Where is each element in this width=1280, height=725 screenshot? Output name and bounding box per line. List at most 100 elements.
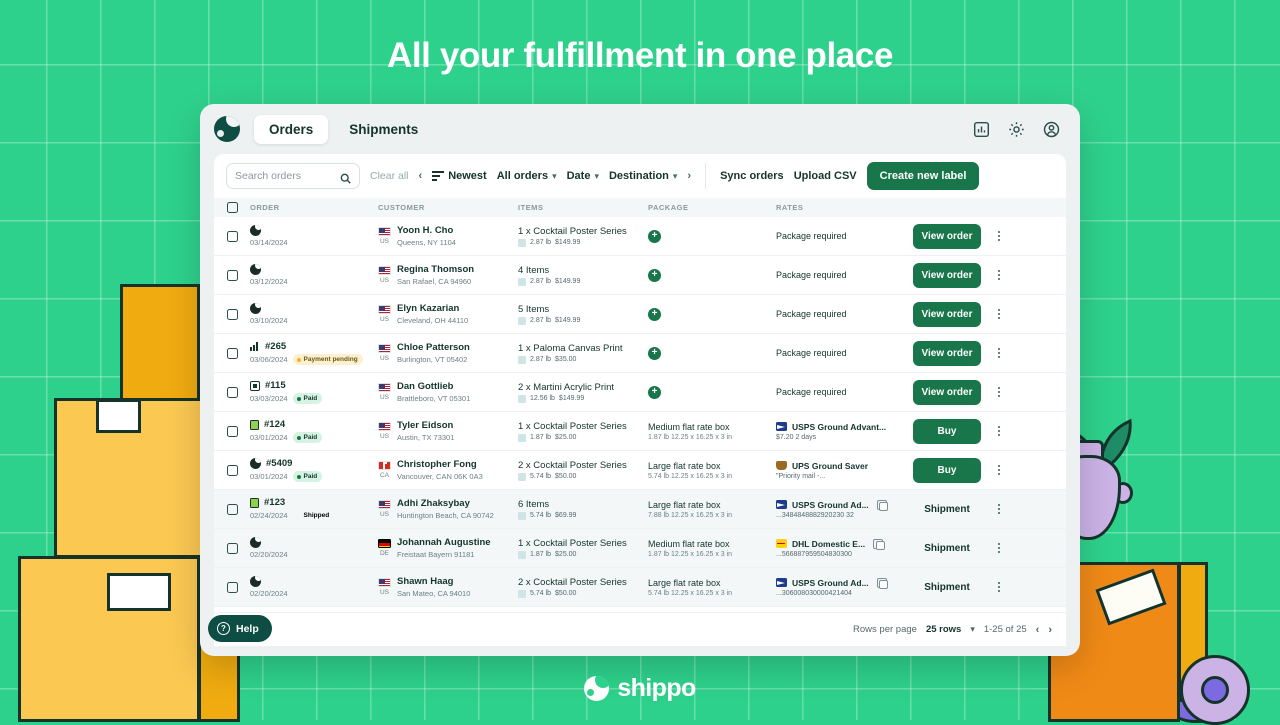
search-input[interactable]: Search orders	[226, 163, 360, 189]
package-cell: Large flat rate box 5.74 lb 12.25 x 16.25…	[648, 461, 776, 480]
shippo-globe-icon	[250, 537, 261, 548]
help-label: Help	[236, 622, 259, 635]
package-cell: Large flat rate box 7.88 lb 12.25 x 16.25…	[648, 500, 776, 519]
row-action-link[interactable]: Shipment	[924, 582, 970, 593]
pagination-prev-button[interactable]: ‹	[1036, 624, 1040, 636]
rates-cell: Package required	[776, 309, 908, 319]
filter-prev-chevron[interactable]: ‹	[419, 170, 423, 182]
row-checkbox[interactable]	[214, 347, 250, 359]
row-checkbox[interactable]	[214, 503, 250, 515]
row-action-button[interactable]: View order	[913, 379, 981, 405]
copy-icon[interactable]	[873, 538, 885, 550]
sort-newest-filter[interactable]: Newest	[432, 170, 487, 182]
row-action-link[interactable]: Shipment	[924, 504, 970, 515]
sync-orders-button[interactable]: Sync orders	[720, 170, 784, 182]
table-row[interactable]: #265 03/06/2024 Payment pending US Chloe Pat…	[214, 334, 1066, 373]
rates-cell: UPS Ground Saver "Priority mail -...	[776, 461, 908, 480]
package-cell: +	[648, 346, 776, 360]
table-row[interactable]: #124 03/01/2024 Paid US Tyler Eidson Austin, …	[214, 412, 1066, 451]
filter-date[interactable]: Date ▾	[567, 170, 599, 182]
row-menu-icon[interactable]	[997, 580, 1001, 594]
country-flag-icon: US	[378, 227, 391, 245]
copy-icon[interactable]	[876, 499, 889, 511]
chevron-down-icon[interactable]: ▾	[970, 624, 975, 635]
chart-icon[interactable]	[973, 121, 990, 138]
filter-next-chevron[interactable]: ›	[687, 170, 691, 182]
filter-all-orders[interactable]: All orders ▾	[497, 170, 557, 182]
tag-icon	[518, 238, 526, 247]
row-checkbox[interactable]	[214, 542, 250, 554]
rate-info: USPS Ground Ad... ...306008030000421404	[776, 577, 908, 597]
row-checkbox[interactable]	[214, 581, 250, 593]
row-action-button[interactable]: View order	[913, 223, 981, 249]
select-all-checkbox[interactable]	[214, 202, 250, 213]
row-menu-icon[interactable]	[997, 307, 1001, 321]
copy-icon[interactable]	[876, 577, 889, 589]
row-checkbox[interactable]	[214, 230, 250, 242]
upload-csv-button[interactable]: Upload CSV	[794, 170, 857, 182]
row-action-button[interactable]: View order	[913, 301, 981, 327]
tab-orders[interactable]: Orders	[254, 114, 329, 144]
add-package-button[interactable]: +	[648, 385, 661, 399]
row-action-button[interactable]: Buy	[913, 418, 981, 444]
row-checkbox[interactable]	[214, 269, 250, 281]
rows-per-page-value[interactable]: 25 rows	[926, 624, 961, 635]
row-action-button[interactable]: View order	[913, 340, 981, 366]
row-checkbox[interactable]	[214, 425, 250, 437]
package-info: Large flat rate box 5.74 lb 12.25 x 16.25…	[648, 577, 733, 597]
tag-icon	[518, 277, 526, 286]
search-placeholder: Search orders	[235, 170, 301, 182]
column-header-items: ITEMS	[518, 203, 544, 212]
customer-cell: DE Johannah Augustine Freistaat Bayern 911…	[378, 537, 491, 559]
table-row[interactable]: #5409 03/01/2024 Paid CA Christopher Fong Van…	[214, 451, 1066, 490]
square-icon	[250, 380, 260, 391]
tab-shipments[interactable]: Shipments	[334, 115, 433, 144]
pagination-next-button[interactable]: ›	[1048, 624, 1052, 636]
country-flag-icon: CA	[378, 461, 391, 479]
customer-cell: US Elyn Kazarian Cleveland, OH 44110	[378, 303, 469, 325]
add-package-button[interactable]: +	[648, 229, 661, 243]
page-headline: All your fulfillment in one place	[386, 36, 894, 75]
row-menu-icon[interactable]	[997, 424, 1001, 438]
row-menu-icon[interactable]	[997, 463, 1001, 477]
row-checkbox[interactable]	[214, 386, 250, 398]
filter-destination[interactable]: Destination ▾	[609, 170, 677, 182]
table-row[interactable]: 03/12/2024 US Regina Thomson San Rafael, CA…	[214, 256, 1066, 295]
row-checkbox[interactable]	[214, 308, 250, 320]
column-header-customer: CUSTOMER	[378, 203, 425, 212]
clear-all-button[interactable]: Clear all	[370, 170, 409, 182]
help-button[interactable]: ? Help	[208, 615, 272, 642]
package-info: Medium flat rate box 1.87 lb 12.25 x 16.2…	[648, 421, 733, 441]
add-package-button[interactable]: +	[648, 346, 661, 360]
gear-icon[interactable]	[1008, 121, 1025, 138]
rates-cell: USPS Ground Ad... ...3484848882920230 32	[776, 499, 908, 519]
table-row[interactable]: 02/20/2024 US Shawn Haag San Mateo, CA 9401…	[214, 568, 1066, 607]
add-package-button[interactable]: +	[648, 268, 661, 282]
table-row[interactable]: 03/14/2024 US Yoon H. Cho Queens, NY 1104 1 …	[214, 217, 1066, 256]
row-menu-icon[interactable]	[997, 268, 1001, 282]
tag-icon	[518, 589, 526, 598]
table-row[interactable]: 03/10/2024 US Elyn Kazarian Cleveland, OH 4…	[214, 295, 1066, 334]
order-cell: #265 03/06/2024 Payment pending	[250, 341, 378, 365]
row-menu-icon[interactable]	[997, 346, 1001, 360]
row-checkbox[interactable]	[214, 464, 250, 476]
row-menu-icon[interactable]	[997, 541, 1001, 555]
order-cell: #123 02/24/2024 Shipped	[250, 497, 378, 521]
row-action-button[interactable]: View order	[913, 262, 981, 288]
customer-cell: US Shawn Haag San Mateo, CA 94010	[378, 576, 471, 598]
row-action-link[interactable]: Shipment	[924, 543, 970, 554]
filter-destination-label: Destination	[608, 170, 669, 182]
table-row[interactable]: 02/20/2024 DE Johannah Augustine Freistaat …	[214, 529, 1066, 568]
bag-icon	[250, 419, 259, 430]
row-menu-icon[interactable]	[997, 229, 1001, 243]
tag-icon	[518, 472, 526, 481]
row-menu-icon[interactable]	[997, 502, 1001, 516]
account-icon[interactable]	[1043, 121, 1060, 138]
table-row[interactable]: #123 02/24/2024 Shipped US Adhi Zhaksybay Hun…	[214, 490, 1066, 529]
add-package-button[interactable]: +	[648, 307, 661, 321]
create-new-label-button[interactable]: Create new label	[866, 162, 980, 190]
row-action-button[interactable]: Buy	[913, 457, 981, 483]
row-menu-icon[interactable]	[997, 385, 1001, 399]
table-row[interactable]: #115 03/03/2024 Paid US Dan Gottlieb Brattleb…	[214, 373, 1066, 412]
bag-icon	[250, 497, 259, 508]
